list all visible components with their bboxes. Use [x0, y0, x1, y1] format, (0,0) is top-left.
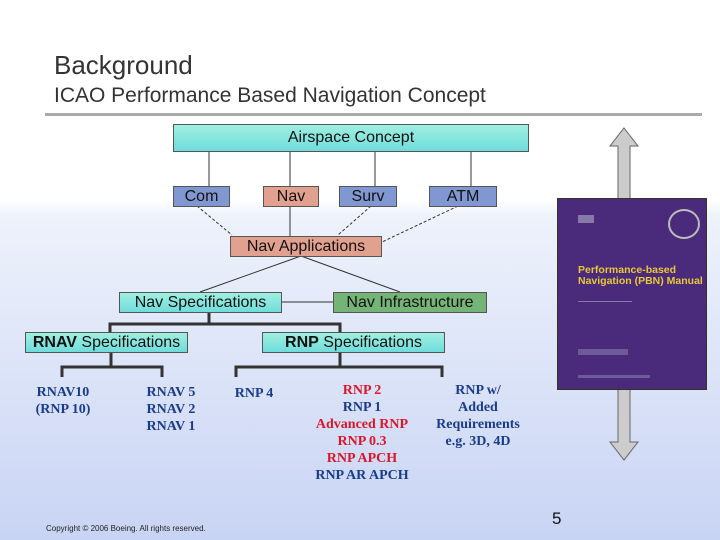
rnav10-list: RNAV10 (RNP 10) — [30, 384, 96, 418]
page-number: 5 — [552, 509, 562, 528]
rnav-label-rest: Specifications — [76, 333, 181, 351]
list-item: RNP 1 — [342, 400, 382, 415]
rnp-label-rest: Specifications — [318, 333, 422, 351]
nav-specifications-box: Nav Specifications — [119, 292, 282, 313]
cover-doc-number — [578, 215, 594, 223]
list-item: RNP 2 — [342, 383, 382, 398]
list-item: RNAV10 — [36, 385, 90, 400]
rnav-specifications-box: RNAV Specifications — [25, 332, 188, 353]
cover-fineprint — [578, 349, 628, 355]
atm-box: ATM — [429, 186, 497, 207]
airspace-concept-box: Airspace Concept — [173, 124, 529, 152]
nav-infrastructure-box: Nav Infrastructure — [333, 292, 487, 313]
list-item: RNP 0.3 — [337, 434, 387, 449]
list-item: RNP w/ — [455, 383, 501, 398]
list-item: RNAV 5 — [146, 385, 196, 400]
rnp-group-list: RNP 2 RNP 1 Advanced RNP RNP 0.3 RNP APCH RNP… — [302, 382, 422, 484]
pbn-manual-cover-image: Performance-based Navigation (PBN) Manua… — [557, 198, 707, 390]
rnp-bold-label: RNP — [285, 333, 319, 351]
list-item: e.g. 3D, 4D — [445, 434, 511, 449]
cover-rule — [578, 301, 632, 302]
cover-publisher — [578, 375, 650, 378]
list-item: RNP APCH — [326, 451, 398, 466]
rnp4-item: RNP 4 — [234, 386, 274, 401]
rnav-bold-label: RNAV — [32, 333, 77, 351]
com-box: Com — [173, 186, 230, 207]
surv-box: Surv — [339, 186, 397, 207]
cover-title: Performance-based Navigation (PBN) Manua… — [578, 264, 703, 287]
list-item: Added — [458, 400, 498, 415]
list-item: Requirements — [436, 417, 520, 432]
nav-applications-box: Nav Applications — [230, 236, 382, 257]
list-item: RNAV 2 — [146, 402, 196, 417]
rnp-specifications-box: RNP Specifications — [262, 332, 445, 353]
list-item: (RNP 10) — [35, 402, 91, 417]
icao-emblem-icon — [668, 209, 700, 239]
copyright: Copyright © 2006 Boeing. All rights rese… — [46, 524, 206, 533]
rnav-group-list: RNAV 5 RNAV 2 RNAV 1 — [136, 384, 206, 435]
rnp-added-list: RNP w/ Added Requirements e.g. 3D, 4D — [428, 382, 528, 450]
nav-box: Nav — [263, 186, 319, 207]
list-item: RNP AR APCH — [315, 468, 409, 483]
list-item: RNAV 1 — [146, 419, 196, 434]
list-item: Advanced RNP — [315, 417, 409, 432]
